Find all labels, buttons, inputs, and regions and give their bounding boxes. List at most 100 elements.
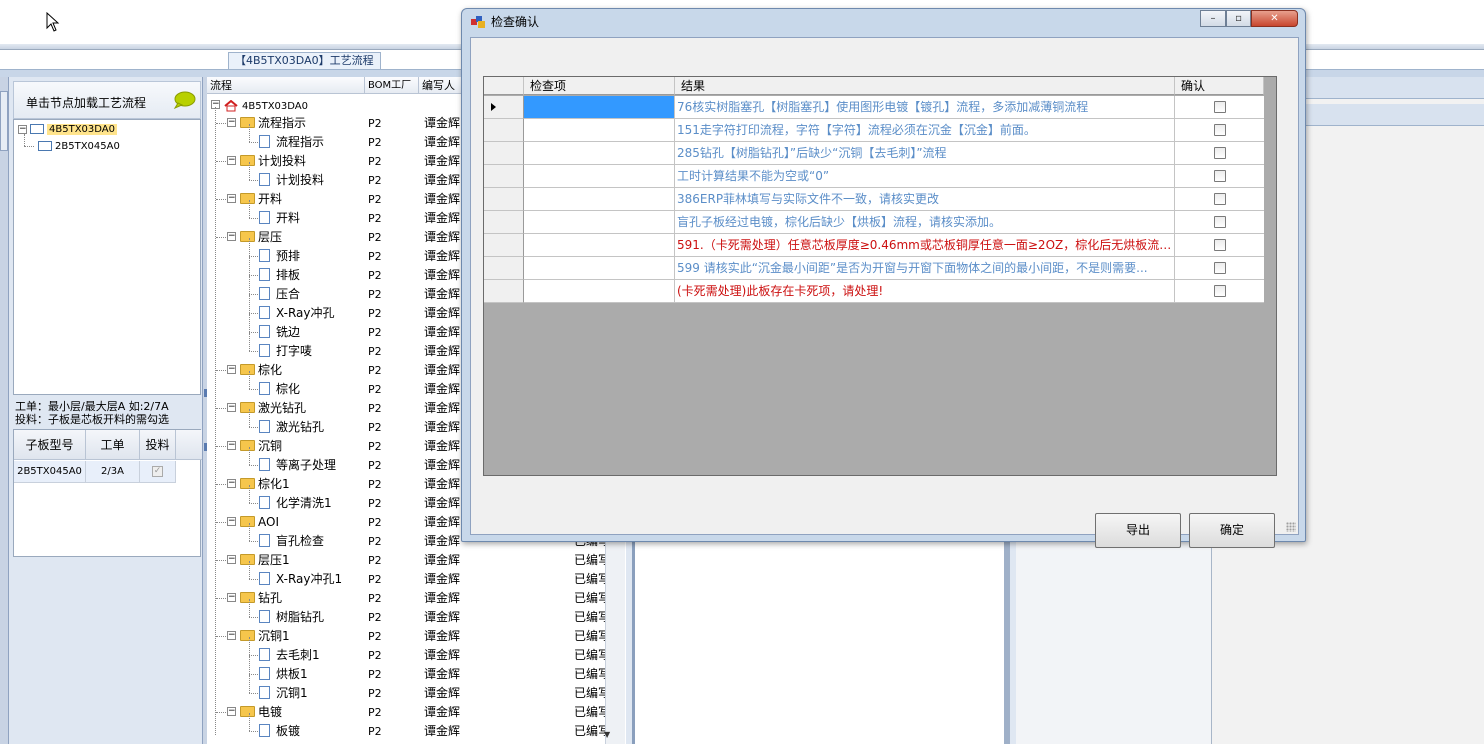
tree-node-child[interactable]: 2B5TX045A0 <box>38 139 120 155</box>
cell-confirm[interactable] <box>1175 234 1264 257</box>
grid-row[interactable]: 591.（卡死需处理）任意芯板厚度≥0.46mm或芯板铜厚任意一面≥2OZ，棕化… <box>484 234 1264 257</box>
collapse-icon[interactable]: − <box>227 631 236 640</box>
confirm-checkbox[interactable] <box>1214 216 1226 228</box>
row-header[interactable] <box>484 188 524 211</box>
cell-check-item[interactable] <box>524 280 675 303</box>
cell-confirm[interactable] <box>1175 188 1264 211</box>
grid-row[interactable]: 盲孔子板经过电镀，棕化后缺少【烘板】流程，请核实添加。 <box>484 211 1264 234</box>
maximize-icon[interactable]: ▫ <box>1226 10 1251 27</box>
column-header-check-item[interactable]: 检查项 <box>524 77 675 95</box>
confirm-checkbox[interactable] <box>1214 262 1226 274</box>
row-header[interactable] <box>484 96 524 119</box>
column-header-flow[interactable]: 流程 <box>207 77 365 94</box>
collapse-icon[interactable]: − <box>18 124 27 134</box>
cell-result[interactable]: 599 请核实此“沉金最小间距”是否为开窗与开窗下面物体之间的最小间距，不是则需… <box>675 257 1175 280</box>
cell-check-item[interactable] <box>524 211 675 234</box>
cell-confirm[interactable] <box>1175 142 1264 165</box>
row-header[interactable] <box>484 119 524 142</box>
column-header-result[interactable]: 结果 <box>675 77 1175 95</box>
grid-row[interactable]: (卡死需处理)此板存在卡死项，请处理! <box>484 280 1264 303</box>
close-icon[interactable]: ✕ <box>1251 10 1298 27</box>
row-header[interactable] <box>484 142 524 165</box>
cell-check-item[interactable] <box>524 165 675 188</box>
document-tab[interactable]: 【4B5TX03DA0】工艺流程 <box>228 52 381 69</box>
grid-row[interactable]: 386ERP菲林填写与实际文件不一致，请核实更改 <box>484 188 1264 211</box>
grid-row[interactable]: 599 请核实此“沉金最小间距”是否为开窗与开窗下面物体之间的最小间距，不是则需… <box>484 257 1264 280</box>
cell-check-item[interactable] <box>524 96 675 119</box>
cell-result[interactable]: (卡死需处理)此板存在卡死项，请处理! <box>675 280 1175 303</box>
collapse-icon[interactable]: − <box>227 555 236 564</box>
resize-grip[interactable] <box>1286 522 1296 532</box>
flow-row[interactable]: − 沉铜1 P2 谭金辉 已编写 <box>207 627 617 646</box>
collapse-icon[interactable]: − <box>227 365 236 374</box>
collapse-icon[interactable]: − <box>227 156 236 165</box>
confirm-checkbox[interactable] <box>1214 170 1226 182</box>
cell-confirm[interactable] <box>1175 119 1264 142</box>
confirm-checkbox[interactable] <box>1214 101 1226 113</box>
collapse-icon[interactable]: − <box>227 479 236 488</box>
confirm-checkbox[interactable] <box>1214 147 1226 159</box>
flow-row[interactable]: 沉铜1 P2 谭金辉 已编写 <box>207 675 617 703</box>
cell-check-item[interactable] <box>524 188 675 211</box>
load-flow-button[interactable]: 单击节点加载工艺流程 <box>13 81 201 119</box>
grid-row[interactable]: 76核实树脂塞孔【树脂塞孔】使用图形电镀【镀孔】流程，多添加减薄铜流程 <box>484 96 1264 119</box>
cell-result[interactable]: 工时计算结果不能为空或“0” <box>675 165 1175 188</box>
cell-result[interactable]: 591.（卡死需处理）任意芯板厚度≥0.46mm或芯板铜厚任意一面≥2OZ，棕化… <box>675 234 1175 257</box>
dialog-title-bar[interactable]: 检查确认 – ▫ ✕ <box>462 9 1305 37</box>
flow-row[interactable]: X-Ray冲孔1 P2 谭金辉 已编写 <box>207 561 617 589</box>
ok-button[interactable]: 确定 <box>1189 513 1275 548</box>
confirm-checkbox[interactable] <box>1214 193 1226 205</box>
cell-confirm[interactable] <box>1175 96 1264 119</box>
collapsed-side-tab[interactable] <box>0 77 9 744</box>
flow-row[interactable]: 树脂钻孔 P2 谭金辉 已编写 <box>207 599 617 627</box>
grid-row[interactable]: 工时计算结果不能为空或“0” <box>484 165 1264 188</box>
confirm-checkbox[interactable] <box>1214 124 1226 136</box>
cell-model[interactable]: 2B5TX045A0 <box>14 461 86 483</box>
collapse-icon[interactable]: − <box>227 403 236 412</box>
cell-check-item[interactable] <box>524 234 675 257</box>
column-header-order[interactable]: 工单 <box>86 430 140 460</box>
row-header[interactable] <box>484 211 524 234</box>
cell-result[interactable]: 285钻孔【树脂钻孔】”后缺少“沉铜【去毛刺】”流程 <box>675 142 1175 165</box>
column-header-confirm[interactable]: 确认 <box>1175 77 1264 95</box>
flow-row[interactable]: − 层压1 P2 谭金辉 已编写 <box>207 551 617 570</box>
collapse-icon[interactable]: − <box>227 707 236 716</box>
grid-row[interactable]: 151走字符打印流程，字符【字符】流程必须在沉金【沉金】前面。 <box>484 119 1264 142</box>
collapse-icon[interactable]: − <box>227 593 236 602</box>
flow-row[interactable]: − 钻孔 P2 谭金辉 已编写 <box>207 589 617 608</box>
export-button[interactable]: 导出 <box>1095 513 1181 548</box>
collapse-icon[interactable]: − <box>227 441 236 450</box>
column-header-bom[interactable]: BOM工厂 <box>365 77 419 94</box>
collapse-icon[interactable]: − <box>227 232 236 241</box>
row-header[interactable] <box>484 165 524 188</box>
cell-result[interactable]: 盲孔子板经过电镀，棕化后缺少【烘板】流程，请核实添加。 <box>675 211 1175 234</box>
grid-row[interactable]: 285钻孔【树脂钻孔】”后缺少“沉铜【去毛刺】”流程 <box>484 142 1264 165</box>
flow-row[interactable]: 板镀 P2 谭金辉 已编写 <box>207 713 617 741</box>
cell-result[interactable]: 386ERP菲林填写与实际文件不一致，请核实更改 <box>675 188 1175 211</box>
collapse-icon[interactable]: − <box>227 118 236 127</box>
flow-row[interactable]: − 电镀 P2 谭金辉 已编写 <box>207 703 617 722</box>
cell-check-item[interactable] <box>524 142 675 165</box>
cell-order[interactable]: 2/3A <box>86 461 140 483</box>
cell-confirm[interactable] <box>1175 165 1264 188</box>
feed-checkbox[interactable]: ✓ <box>152 465 163 477</box>
row-header[interactable] <box>484 257 524 280</box>
column-header-model[interactable]: 子板型号 <box>14 430 86 460</box>
collapse-icon[interactable]: − <box>227 517 236 526</box>
minimize-icon[interactable]: – <box>1200 10 1226 27</box>
flow-row[interactable]: 去毛刺1 P2 谭金辉 已编写 <box>207 637 617 665</box>
row-header[interactable] <box>484 280 524 303</box>
cell-confirm[interactable] <box>1175 257 1264 280</box>
flow-row[interactable]: 烘板1 P2 谭金辉 已编写 <box>207 656 617 684</box>
cell-result[interactable]: 76核实树脂塞孔【树脂塞孔】使用图形电镀【镀孔】流程，多添加减薄铜流程 <box>675 96 1175 119</box>
cell-feed[interactable]: ✓ <box>140 461 176 483</box>
cell-confirm[interactable] <box>1175 280 1264 303</box>
scroll-down-icon[interactable]: ▼ <box>604 730 610 739</box>
tree-node-root[interactable]: − 4B5TX03DA0 <box>18 122 117 138</box>
confirm-checkbox[interactable] <box>1214 285 1226 297</box>
collapse-icon[interactable]: − <box>227 194 236 203</box>
cell-result[interactable]: 151走字符打印流程，字符【字符】流程必须在沉金【沉金】前面。 <box>675 119 1175 142</box>
cell-check-item[interactable] <box>524 257 675 280</box>
cell-confirm[interactable] <box>1175 211 1264 234</box>
confirm-checkbox[interactable] <box>1214 239 1226 251</box>
